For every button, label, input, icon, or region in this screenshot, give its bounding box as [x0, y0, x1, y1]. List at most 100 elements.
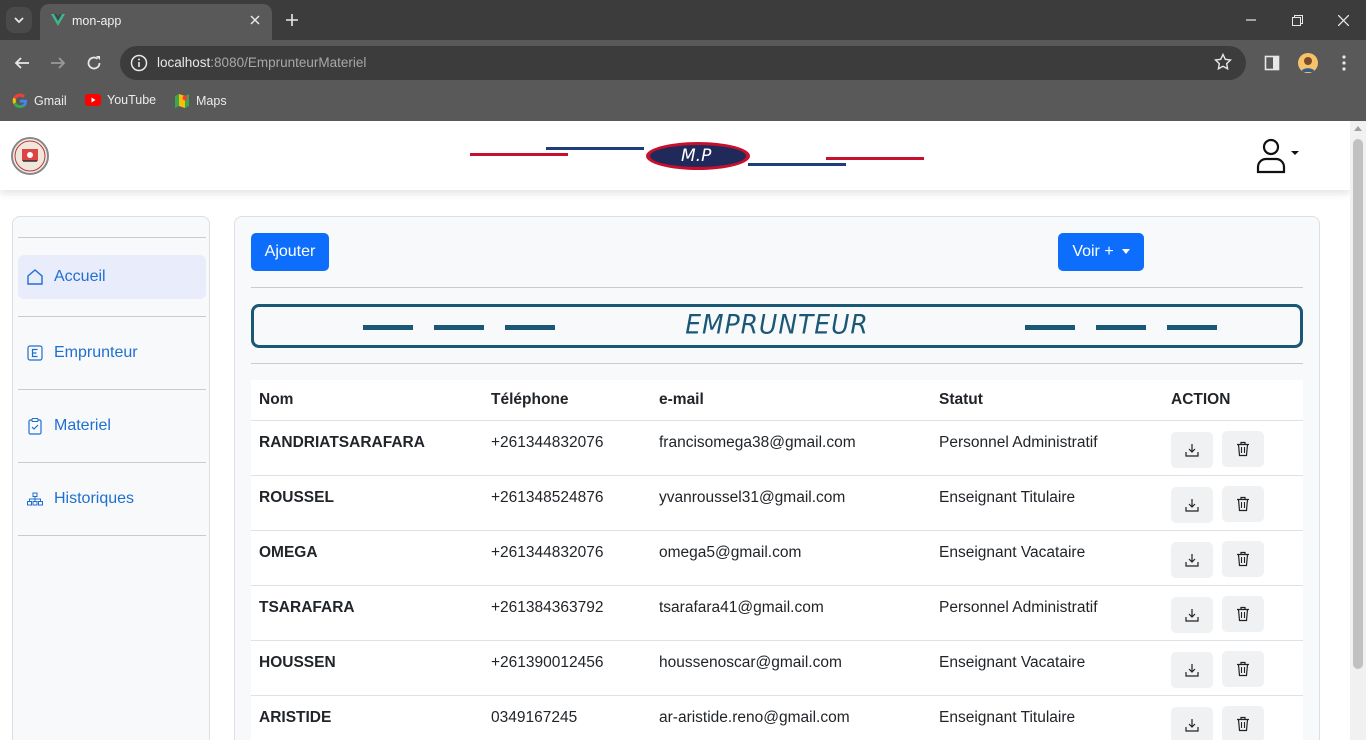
cell-nom: ROUSSEL [251, 475, 483, 531]
url-text: localhost:8080/EmprunteurMateriel [157, 55, 366, 70]
cell-nom: TSARAFARA [251, 585, 483, 641]
table-row: RANDRIATSARAFARA +261344832076 francisom… [251, 420, 1303, 476]
sidebar-item-label: Materiel [54, 417, 111, 434]
download-icon [1185, 443, 1199, 457]
google-icon [12, 93, 27, 109]
brand-text: M.P [681, 146, 712, 166]
download-button[interactable] [1171, 706, 1213, 740]
divider [18, 535, 206, 536]
caret-down-icon [1121, 248, 1130, 254]
trash-icon [1237, 606, 1250, 621]
more-menu-icon[interactable] [1332, 51, 1356, 75]
cell-statut: Enseignant Titulaire [931, 475, 1163, 531]
cell-email: omega5@gmail.com [651, 530, 931, 586]
bookmark-star-icon[interactable] [1214, 53, 1232, 71]
delete-button[interactable] [1222, 650, 1265, 687]
delete-button[interactable] [1222, 430, 1265, 467]
download-icon [1185, 608, 1199, 622]
cell-nom: OMEGA [251, 530, 483, 586]
add-button[interactable]: Ajouter [251, 233, 329, 271]
view-dropdown-button[interactable]: Voir + [1058, 233, 1144, 271]
cell-statut: Enseignant Vacataire [931, 640, 1163, 696]
download-button[interactable] [1171, 486, 1213, 523]
scrollbar-thumb[interactable] [1353, 139, 1363, 669]
cell-nom: HOUSSEN [251, 640, 483, 696]
cell-nom: ARISTIDE [251, 695, 483, 740]
download-icon [1185, 663, 1199, 677]
vue-logo-icon [51, 14, 65, 26]
cell-nom: RANDRIATSARAFARA [251, 420, 483, 476]
cell-telephone: +261384363792 [483, 585, 651, 641]
divider [251, 287, 1303, 288]
address-bar[interactable]: localhost:8080/EmprunteurMateriel [120, 46, 1246, 80]
scroll-up-arrow-icon[interactable] [1354, 126, 1362, 131]
download-button[interactable] [1171, 651, 1213, 688]
cell-statut: Enseignant Titulaire [931, 695, 1163, 740]
bookmark-youtube[interactable]: YouTube [85, 93, 156, 107]
table-row: OMEGA +261344832076 omega5@gmail.com Ens… [251, 530, 1303, 586]
section-banner: EMPRUNTEUR [251, 304, 1303, 348]
download-button[interactable] [1171, 431, 1213, 468]
bookmark-maps[interactable]: Maps [174, 93, 227, 109]
sidebar-item-emprunteur[interactable]: Emprunteur [18, 331, 206, 375]
column-header-email: e-mail [651, 380, 931, 421]
trash-icon [1237, 716, 1250, 731]
user-menu-toggle[interactable] [1256, 138, 1300, 174]
back-arrow-icon[interactable] [10, 51, 34, 75]
cell-telephone: +261344832076 [483, 530, 651, 586]
cell-telephone: +261344832076 [483, 420, 651, 476]
close-window-icon[interactable] [1333, 10, 1353, 30]
school-logo[interactable] [11, 137, 49, 175]
cell-action [1163, 640, 1303, 696]
view-button-label: Voir + [1072, 243, 1114, 260]
reload-icon[interactable] [82, 51, 106, 75]
plus-icon[interactable] [282, 10, 302, 30]
sidebar-item-accueil[interactable]: Accueil [18, 255, 206, 299]
banner-dash [1025, 325, 1075, 330]
download-button[interactable] [1171, 541, 1213, 578]
tab-title: mon-app [72, 14, 122, 28]
main-panel: Ajouter Voir + EMPRUNTEUR Nom Téléphone … [234, 216, 1320, 740]
sidebar-item-label: Historiques [54, 490, 135, 507]
column-header-statut: Statut [931, 380, 1163, 421]
divider [251, 363, 1303, 364]
top-navbar: M.P [0, 121, 1350, 190]
table-row: TSARAFARA +261384363792 tsarafara41@gmai… [251, 585, 1303, 641]
browser-tab[interactable]: mon-app [40, 4, 272, 40]
close-icon[interactable] [246, 11, 264, 29]
table-row: ARISTIDE 0349167245 ar-aristide.reno@gma… [251, 695, 1303, 740]
delete-button[interactable] [1222, 540, 1265, 577]
table-row: ROUSSEL +261348524876 yvanroussel31@gmai… [251, 475, 1303, 531]
tab-search-button[interactable] [6, 7, 32, 33]
cell-action [1163, 475, 1303, 531]
sidebar-item-materiel[interactable]: Materiel [18, 404, 206, 448]
divider [18, 237, 206, 238]
letter-e-icon [26, 344, 44, 362]
side-panel-icon[interactable] [1260, 51, 1284, 75]
browser-tab-bar: mon-app [0, 0, 1366, 40]
site-info-icon[interactable] [130, 54, 148, 72]
restore-icon[interactable] [1287, 10, 1307, 30]
sidebar-item-label: Accueil [54, 268, 106, 285]
trash-icon [1237, 496, 1250, 511]
cell-statut: Enseignant Vacataire [931, 530, 1163, 586]
download-button[interactable] [1171, 596, 1213, 633]
url-host: localhost [157, 55, 211, 70]
bookmarks-bar: Gmail YouTube Maps [0, 86, 1366, 121]
bookmark-label: Gmail [34, 94, 67, 108]
url-path: :8080/EmprunteurMateriel [210, 55, 367, 70]
sidebar-item-historiques[interactable]: Historiques [18, 477, 206, 521]
delete-button[interactable] [1222, 705, 1265, 740]
cell-telephone: +261390012456 [483, 640, 651, 696]
chevron-down-icon [14, 17, 24, 24]
cell-email: yvanroussel31@gmail.com [651, 475, 931, 531]
page-viewport: M.P Accueil Emprunteur Materiel Historiq… [0, 121, 1350, 740]
delete-button[interactable] [1222, 595, 1265, 632]
forward-arrow-icon[interactable] [46, 51, 70, 75]
sidebar-item-label: Emprunteur [54, 344, 138, 361]
bookmark-gmail[interactable]: Gmail [12, 93, 67, 109]
minimize-icon[interactable] [1241, 10, 1261, 30]
page-scrollbar[interactable] [1350, 121, 1366, 740]
profile-avatar[interactable] [1298, 53, 1318, 73]
delete-button[interactable] [1222, 485, 1265, 522]
